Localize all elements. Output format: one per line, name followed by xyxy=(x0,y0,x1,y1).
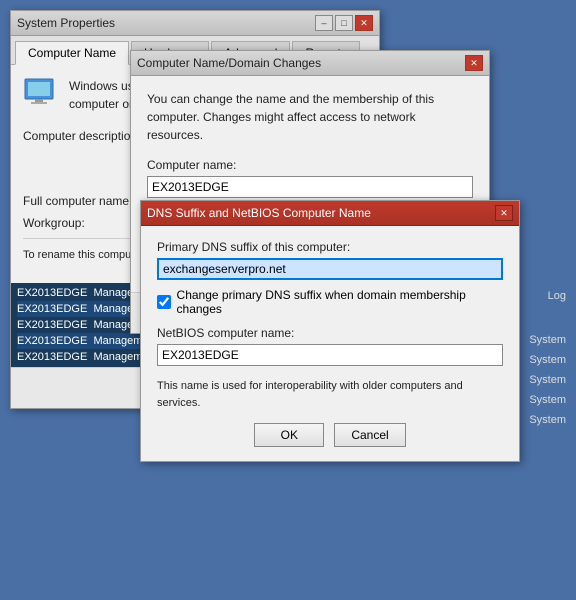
dns-note: This name is used for interoperability w… xyxy=(157,378,503,411)
cat-2: System xyxy=(529,350,566,370)
dns-suffix-buttons: OK Cancel xyxy=(157,423,503,447)
tab-computer-name[interactable]: Computer Name xyxy=(15,41,129,65)
computer-name-field[interactable] xyxy=(147,176,473,198)
sys-props-maximize[interactable]: □ xyxy=(335,15,353,31)
netbios-group: NetBIOS computer name: xyxy=(157,326,503,366)
cat-5: System xyxy=(529,410,566,430)
cat-4: System xyxy=(529,390,566,410)
side-labels: Log xyxy=(548,290,566,320)
primary-dns-input[interactable] xyxy=(157,258,503,280)
dns-suffix-titlebar: DNS Suffix and NetBIOS Computer Name ✕ xyxy=(141,201,519,226)
cn-domain-title: Computer Name/Domain Changes xyxy=(137,56,321,70)
computer-name-group: Computer name: xyxy=(147,158,473,198)
cat-1: System xyxy=(529,330,566,350)
cn-domain-titlebar: Computer Name/Domain Changes ✕ xyxy=(131,51,489,76)
change-primary-checkbox[interactable] xyxy=(157,295,171,309)
cat-3: System xyxy=(529,370,566,390)
dns-cancel-button[interactable]: Cancel xyxy=(334,423,405,447)
netbios-input[interactable] xyxy=(157,344,503,366)
sys-props-minimize[interactable]: – xyxy=(315,15,333,31)
system-properties-titlebar: System Properties – □ ✕ xyxy=(11,11,379,36)
side-category-labels: System System System System System xyxy=(529,330,566,430)
dns-suffix-title: DNS Suffix and NetBIOS Computer Name xyxy=(147,206,371,220)
cn-domain-close[interactable]: ✕ xyxy=(465,55,483,71)
cn-domain-controls: ✕ xyxy=(465,55,483,71)
system-properties-title: System Properties xyxy=(17,16,115,30)
dns-suffix-content: Primary DNS suffix of this computer: Cha… xyxy=(141,226,519,461)
primary-dns-label: Primary DNS suffix of this computer: xyxy=(157,240,503,254)
change-primary-row: Change primary DNS suffix when domain me… xyxy=(157,288,503,316)
side-label-log: Log xyxy=(548,290,566,302)
computer-icon xyxy=(23,77,59,109)
sys-props-controls: – □ ✕ xyxy=(315,15,373,31)
computer-name-field-label: Computer name: xyxy=(147,158,473,172)
sys-props-close[interactable]: ✕ xyxy=(355,15,373,31)
dns-suffix-window: DNS Suffix and NetBIOS Computer Name ✕ P… xyxy=(140,200,520,462)
cn-domain-desc: You can change the name and the membersh… xyxy=(147,90,473,144)
netbios-label: NetBIOS computer name: xyxy=(157,326,503,340)
dns-ok-button[interactable]: OK xyxy=(254,423,324,447)
dns-suffix-controls: ✕ xyxy=(495,205,513,221)
change-primary-label: Change primary DNS suffix when domain me… xyxy=(177,288,503,316)
dns-suffix-close[interactable]: ✕ xyxy=(495,205,513,221)
